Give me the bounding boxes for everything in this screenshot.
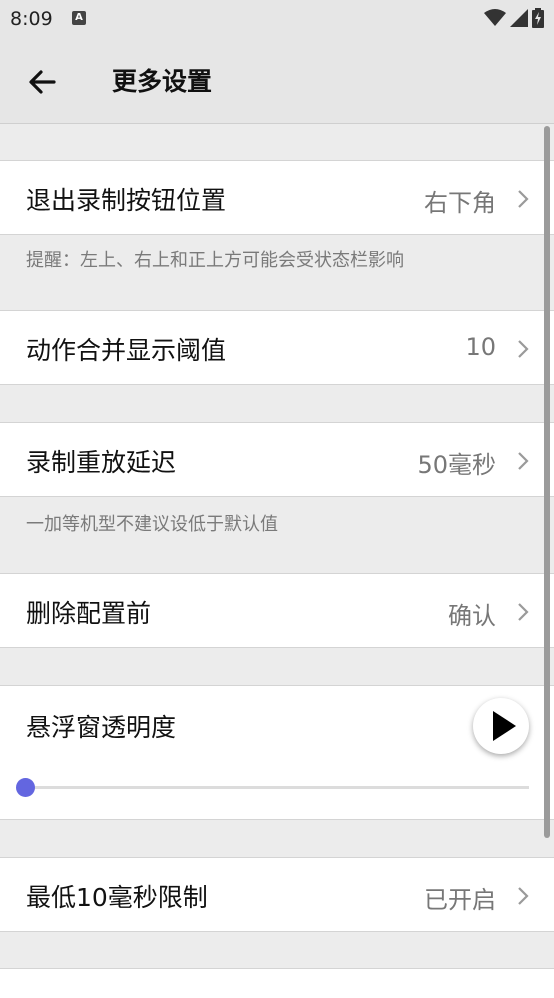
setting-exit-button-position[interactable]: 退出录制按钮位置 右下角 [0, 160, 554, 235]
setting-value: 已开启 [424, 886, 496, 914]
scrollbar[interactable] [544, 126, 550, 838]
setting-merge-threshold[interactable]: 动作合并显示阈值 10 [0, 310, 554, 385]
opacity-slider-track[interactable] [25, 786, 529, 789]
setting-delete-config[interactable]: 删除配置前 确认 [0, 573, 554, 648]
wifi-icon [484, 9, 506, 26]
chevron-right-icon [518, 603, 529, 621]
chevron-right-icon [518, 887, 529, 905]
setting-label: 录制重放延迟 [26, 448, 177, 477]
hint-text: 提醒：左上、右上和正上方可能会受状态栏影响 [26, 250, 404, 271]
opacity-slider-thumb[interactable] [16, 778, 35, 797]
chevron-right-icon [518, 452, 529, 470]
setting-label: 删除配置前 [26, 599, 152, 628]
battery-icon [532, 8, 544, 28]
back-button[interactable] [24, 62, 64, 102]
chevron-right-icon [518, 190, 529, 208]
status-bar: 8:09 A [0, 0, 554, 38]
setting-next-partial[interactable] [0, 968, 554, 998]
setting-value: 确认 [448, 602, 496, 630]
setting-label: 悬浮窗透明度 [26, 713, 177, 742]
status-time: 8:09 [10, 8, 53, 30]
setting-replay-delay[interactable]: 录制重放延迟 50毫秒 [0, 422, 554, 497]
back-arrow-icon [29, 70, 56, 94]
play-icon [493, 711, 516, 741]
chevron-right-icon [518, 340, 529, 358]
notification-icon: A [72, 11, 86, 25]
hint-text: 一加等机型不建议设低于默认值 [26, 514, 278, 535]
app-bar: 更多设置 [0, 38, 554, 124]
setting-value: 右下角 [424, 189, 496, 217]
preview-play-button[interactable] [473, 698, 529, 754]
setting-label: 最低10毫秒限制 [26, 883, 208, 912]
status-icons [484, 8, 544, 28]
signal-icon [510, 9, 528, 27]
setting-value: 10 [465, 333, 496, 361]
setting-min-10ms-limit[interactable]: 最低10毫秒限制 已开启 [0, 857, 554, 932]
setting-label: 动作合并显示阈值 [26, 336, 227, 365]
setting-label: 退出录制按钮位置 [26, 186, 227, 215]
setting-value: 50毫秒 [417, 451, 496, 479]
page-title: 更多设置 [112, 67, 213, 96]
setting-window-opacity: 悬浮窗透明度 [0, 685, 554, 820]
